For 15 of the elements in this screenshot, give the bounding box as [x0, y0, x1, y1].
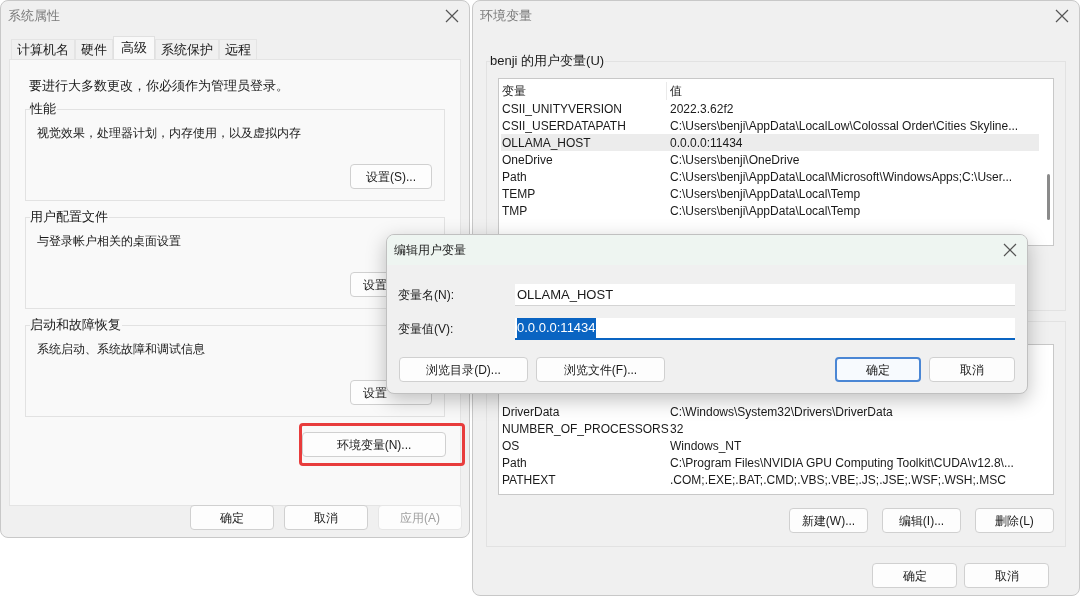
window-title: 系统属性 — [8, 7, 60, 26]
group-title: 性能 — [30, 101, 57, 117]
group-description: 系统启动、系统故障和调试信息 — [37, 342, 205, 356]
column-header: 值 — [669, 82, 682, 100]
group-title: 用户配置文件 — [30, 209, 109, 225]
admin-notice: 要进行大多数更改，你必须作为管理员登录。 — [28, 77, 290, 94]
dialog-title: 编辑用户变量 — [394, 242, 466, 259]
group-title: 启动和故障恢复 — [30, 317, 122, 333]
group-description: 视觉效果，处理器计划，内存使用，以及虚拟内存 — [37, 126, 301, 140]
window-title: 环境变量 — [480, 7, 532, 26]
field-label: 变量名(N): — [398, 287, 455, 304]
field-label: 变量值(V): — [398, 321, 455, 338]
group-title: benji 的用户变量(U) — [490, 53, 606, 69]
column-header: 变量 — [501, 81, 667, 100]
group-description: 与登录帐户相关的桌面设置 — [37, 234, 181, 248]
